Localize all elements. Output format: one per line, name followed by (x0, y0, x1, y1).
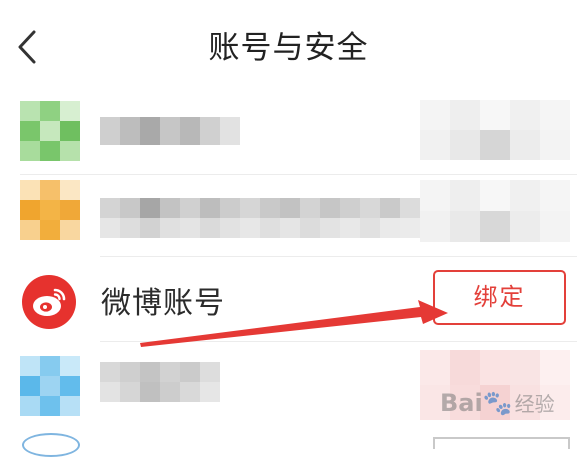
annotation-arrow (140, 300, 448, 347)
paw-icon: 🐾 (482, 389, 513, 417)
watermark: Bai🐾 经验 (440, 389, 555, 417)
